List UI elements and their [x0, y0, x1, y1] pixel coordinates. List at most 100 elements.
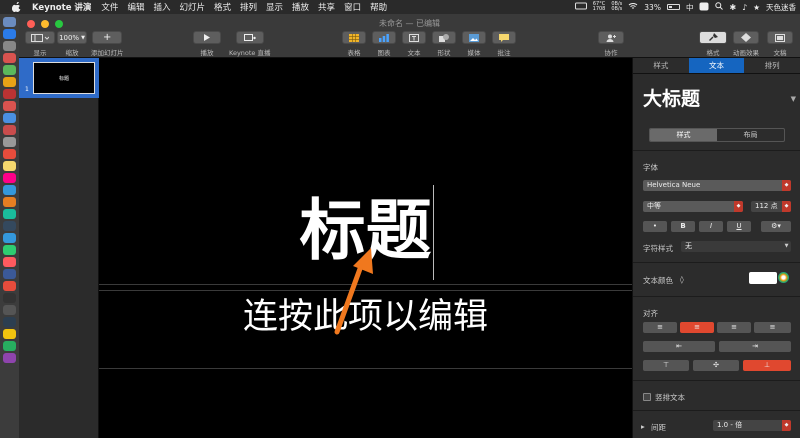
font-weight-select[interactable]: 中等 ◆: [643, 201, 743, 212]
app-icon-11[interactable]: [3, 257, 16, 267]
comment-button[interactable]: [492, 31, 516, 44]
menu-view[interactable]: 显示: [266, 1, 283, 13]
justify-button[interactable]: ≡: [754, 322, 791, 333]
wifi-icon[interactable]: [628, 2, 638, 12]
notes-icon[interactable]: [3, 161, 16, 171]
slide-thumbnail[interactable]: 标题: [33, 62, 95, 94]
options-button[interactable]: •: [643, 221, 667, 232]
collaborate-button[interactable]: [598, 31, 624, 44]
app-icon-17[interactable]: [3, 353, 16, 363]
vertical-text-checkbox[interactable]: [643, 393, 651, 401]
user-name[interactable]: 天色迷香: [766, 2, 796, 13]
font-family-select[interactable]: Helvetica Neue ◆: [643, 180, 791, 191]
view-button[interactable]: [25, 31, 55, 44]
safari-icon[interactable]: [3, 113, 16, 123]
increase-indent-button[interactable]: ⇥: [719, 341, 791, 352]
terminal-icon[interactable]: [3, 293, 16, 303]
app-icon-red[interactable]: [3, 53, 16, 63]
menu-play[interactable]: 播放: [292, 1, 309, 13]
char-style-select[interactable]: 无 ▼: [681, 241, 791, 252]
tab-text[interactable]: 文本: [688, 58, 745, 73]
segment-layout[interactable]: 布局: [717, 129, 784, 141]
decrease-indent-button[interactable]: ⇤: [643, 341, 715, 352]
animate-button[interactable]: [733, 31, 759, 44]
menu-format[interactable]: 格式: [214, 1, 231, 13]
battery-icon[interactable]: [666, 4, 680, 10]
chevron-down-icon[interactable]: ▼: [791, 95, 796, 103]
keynote-live-button[interactable]: [235, 31, 264, 44]
media-button[interactable]: [462, 31, 486, 44]
appstore-icon[interactable]: [3, 29, 16, 39]
segment-style[interactable]: 样式: [650, 129, 717, 141]
sound-icon[interactable]: ♪: [742, 3, 747, 12]
chart-button[interactable]: [372, 31, 396, 44]
chrome-icon[interactable]: [3, 77, 16, 87]
input-method[interactable]: 中: [686, 2, 694, 13]
zoom-select[interactable]: 100% ▼: [57, 31, 87, 44]
italic-button[interactable]: I: [699, 221, 723, 232]
spotlight-icon[interactable]: [715, 2, 724, 12]
launchpad-icon[interactable]: [3, 41, 16, 51]
app-icon-7[interactable]: [3, 209, 16, 219]
menu-window[interactable]: 窗口: [344, 1, 361, 13]
text-button[interactable]: [402, 31, 426, 44]
app-icon-6[interactable]: [3, 197, 16, 207]
app-icon-13[interactable]: [3, 281, 16, 291]
bold-button[interactable]: B: [671, 221, 695, 232]
app-icon-2[interactable]: [3, 89, 16, 99]
battery-percent[interactable]: 33%: [644, 3, 661, 12]
bluetooth-icon[interactable]: ✱: [729, 3, 736, 12]
align-center-button[interactable]: ≡: [680, 322, 714, 333]
preview-icon[interactable]: [3, 137, 16, 147]
app-icon-5[interactable]: [3, 185, 16, 195]
paragraph-style-name[interactable]: 大标题: [643, 84, 700, 111]
add-slide-button[interactable]: +: [92, 31, 123, 44]
app-icon-9[interactable]: [3, 233, 16, 243]
valign-middle-button[interactable]: ✣: [693, 360, 739, 371]
finder-icon[interactable]: [3, 17, 16, 27]
menu-insert[interactable]: 插入: [153, 1, 170, 13]
menu-slide[interactable]: 幻灯片: [179, 1, 205, 13]
menu-help[interactable]: 帮助: [370, 1, 387, 13]
valign-bottom-button[interactable]: ⊥: [743, 360, 791, 371]
text-color-well[interactable]: [749, 272, 777, 284]
app-menu[interactable]: Keynote 讲演: [32, 1, 91, 13]
app-icon-14[interactable]: [3, 305, 16, 315]
align-left-button[interactable]: ≡: [643, 322, 677, 333]
tab-style[interactable]: 样式: [633, 58, 689, 73]
shape-button[interactable]: [432, 31, 456, 44]
app-icon-10[interactable]: [3, 245, 16, 255]
app-icon-4[interactable]: [3, 125, 16, 135]
app-icon-12[interactable]: [3, 269, 16, 279]
app-icon-16[interactable]: [3, 329, 16, 339]
color-wheel-icon[interactable]: [778, 272, 789, 283]
table-button[interactable]: [342, 31, 366, 44]
spacing-select[interactable]: 1.0 - 倍 ◆: [713, 420, 791, 431]
app-icon-15[interactable]: [3, 317, 16, 327]
document-button[interactable]: [767, 31, 793, 44]
menu-edit[interactable]: 编辑: [127, 1, 144, 13]
text-options-button[interactable]: ⚙▾: [761, 221, 791, 232]
menu-arrange[interactable]: 排列: [240, 1, 257, 13]
calendar-icon[interactable]: [3, 149, 16, 159]
font-size-stepper[interactable]: 112 点 ◆: [751, 201, 791, 212]
wechat-icon[interactable]: [3, 341, 16, 351]
android-icon[interactable]: [3, 65, 16, 75]
play-button[interactable]: [193, 31, 221, 44]
format-button[interactable]: [699, 31, 727, 44]
align-right-button[interactable]: ≡: [717, 322, 751, 333]
control-center-icon[interactable]: [699, 2, 709, 13]
temperature-readout[interactable]: 67°C 1708: [593, 2, 606, 12]
tab-arrange[interactable]: 排列: [744, 58, 800, 73]
network-readout[interactable]: 0B/s 0B/s: [611, 2, 622, 12]
menu-file[interactable]: 文件: [101, 1, 118, 13]
photos-icon[interactable]: [3, 173, 16, 183]
app-icon-8[interactable]: [3, 221, 16, 231]
disclosure-icon[interactable]: ▸: [641, 422, 645, 431]
apple-icon[interactable]: [12, 2, 24, 12]
underline-button[interactable]: U: [727, 221, 751, 232]
menu-share[interactable]: 共享: [318, 1, 335, 13]
drive-icon[interactable]: [574, 2, 587, 12]
valign-top-button[interactable]: ⊤: [643, 360, 689, 371]
stepper-icon[interactable]: ◊: [680, 275, 684, 284]
